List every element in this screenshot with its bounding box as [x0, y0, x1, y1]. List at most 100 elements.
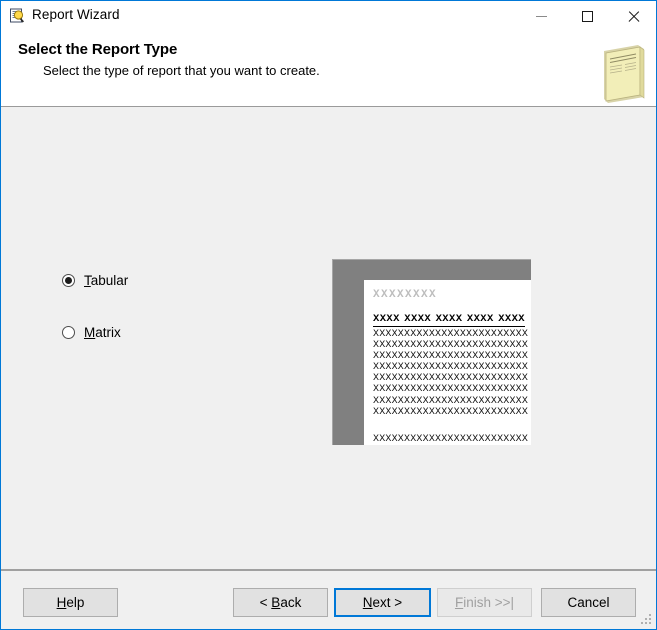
preview-data-cell: XXXXX	[497, 340, 529, 352]
preview-data-cell: XXXXX	[373, 406, 405, 418]
radio-option-matrix[interactable]: Matrix	[62, 325, 121, 340]
preview-data-cell: XXXXX	[404, 373, 436, 385]
wizard-body: Tabular Matrix XXXXXXXX XXXX XXXX XXXX X…	[1, 107, 656, 569]
preview-data-row: XXXXX XXXXX XXXXX XXXXX XXXXX	[373, 329, 528, 340]
preview-data-cell: XXXXX	[404, 395, 436, 407]
preview-data-cell: XXXXX	[404, 340, 436, 352]
preview-data-cell: XXXXX	[466, 384, 498, 396]
preview-row-gap	[373, 418, 528, 434]
preview-data-cell: XXXXX	[373, 329, 405, 340]
preview-data-cell: XXXXX	[435, 373, 467, 385]
preview-data-cell: XXXXX	[466, 340, 498, 352]
preview-data-cell: XXXXX	[466, 433, 498, 445]
back-button[interactable]: < Back	[233, 588, 328, 617]
preview-data-cell: XXXXX	[497, 362, 529, 374]
wizard-footer: Help < Back Next > Finish >>| Cancel	[1, 571, 656, 629]
report-wizard-window: Report Wizard Select the Report Type Sel…	[0, 0, 657, 630]
report-wizard-icon	[9, 8, 25, 24]
back-button-label: < Back	[259, 595, 302, 610]
preview-data-cell: XXXXX	[404, 362, 436, 374]
preview-data-cell: XXXXX	[466, 362, 498, 374]
preview-data-cell: XXXXX	[497, 373, 529, 385]
maximize-icon	[581, 10, 593, 22]
preview-page: XXXXXXXX XXXX XXXX XXXX XXXX XXXX XXXXX X…	[364, 280, 531, 445]
preview-data-row: XXXXX XXXXX XXXXX XXXXX XXXXX	[373, 407, 528, 418]
preview-report-title: XXXXXXXX	[373, 289, 438, 301]
preview-data-cell: XXXXX	[435, 362, 467, 374]
preview-data-row: XXXXX XXXXX XXXXX XXXXX XXXXX	[373, 396, 528, 407]
preview-data-cell: XXXXX	[435, 395, 467, 407]
preview-data-row: XXXXX XXXXX XXXXX XXXXX XXXXX	[373, 351, 528, 362]
preview-data-cell: XXXXX	[435, 384, 467, 396]
close-button[interactable]	[610, 1, 656, 31]
preview-data-cell: XXXXX	[466, 373, 498, 385]
preview-data-row: XXXXX XXXXX XXXXX XXXXX XXXXX	[373, 384, 528, 395]
preview-data-cell: XXXXX	[497, 406, 529, 418]
next-button-label: Next >	[362, 595, 403, 610]
preview-header-cell: XXXX	[466, 313, 494, 325]
preview-data-cell: XXXXX	[373, 395, 405, 407]
close-icon	[627, 10, 640, 23]
preview-data-cell: XXXXX	[466, 395, 498, 407]
preview-header-cell: XXXX	[498, 313, 525, 325]
preview-data-cell: XXXXX	[373, 384, 405, 396]
preview-data-row: XXXXX XXXXX XXXXX XXXXX XXXXX	[373, 362, 528, 373]
preview-header-row: XXXX XXXX XXXX XXXX XXXX	[373, 313, 525, 327]
preview-data-cell: XXXXX	[404, 406, 436, 418]
preview-data-cell: XXXXX	[373, 373, 405, 385]
next-button[interactable]: Next >	[334, 588, 431, 617]
preview-data-cell: XXXXX	[435, 351, 467, 363]
preview-data-cell: XXXXX	[435, 406, 467, 418]
preview-data-cell: XXXXX	[373, 362, 405, 374]
minimize-button[interactable]	[518, 1, 564, 31]
preview-data-cell: XXXXX	[497, 433, 529, 445]
minimize-icon	[535, 15, 547, 17]
help-button-label: Help	[56, 595, 85, 610]
finish-button-label: Finish >>|	[454, 595, 515, 610]
accel-key-matrix: M	[84, 325, 96, 340]
preview-data-row: XXXXX XXXXX XXXXX XXXXX XXXXX	[373, 340, 528, 351]
preview-data-cell: XXXXX	[404, 351, 436, 363]
wizard-header: Select the Report Type Select the type o…	[1, 31, 656, 106]
radio-indicator-tabular[interactable]	[62, 274, 75, 287]
preview-data-cell: XXXXX	[404, 433, 436, 445]
preview-data-cell: XXXXX	[497, 384, 529, 396]
preview-data-cell: XXXXX	[435, 433, 467, 445]
preview-data-row: XXXXX XXXXX XXXXX XXXXX XXXXX	[373, 373, 528, 384]
preview-data-rows: XXXXX XXXXX XXXXX XXXXX XXXXX XXXXX XXXXX XXXXX…	[373, 329, 528, 445]
help-button[interactable]: Help	[23, 588, 118, 617]
preview-data-cell: XXXXX	[373, 433, 405, 445]
preview-data-cell: XXXXX	[466, 351, 498, 363]
preview-data-cell: XXXXX	[404, 329, 436, 340]
radio-label-tabular: Tabular	[84, 273, 128, 288]
preview-data-cell: XXXXX	[373, 340, 405, 352]
title-bar[interactable]: Report Wizard	[1, 1, 656, 31]
page-title: Select the Report Type	[18, 41, 178, 58]
report-page-icon	[598, 43, 648, 105]
preview-data-cell: XXXXX	[404, 384, 436, 396]
radio-option-tabular[interactable]: Tabular	[62, 273, 128, 288]
preview-data-row: XXXXX XXXXX XXXXX XXXXX XXXXX	[373, 434, 528, 445]
preview-data-cell: XXXXX	[497, 351, 529, 363]
radio-label-matrix: Matrix	[84, 325, 121, 340]
tabular-report-preview: XXXXXXXX XXXX XXXX XXXX XXXX XXXX XXXXX X…	[332, 259, 531, 445]
cancel-button-label: Cancel	[567, 595, 610, 610]
preview-data-cell: XXXXX	[435, 329, 467, 340]
maximize-button[interactable]	[564, 1, 610, 31]
window-title: Report Wizard	[32, 7, 120, 22]
radio-label-rest-tabular: abular	[90, 273, 129, 288]
preview-header-cell: XXXX	[373, 313, 400, 325]
preview-header-cell: XXXX	[404, 313, 432, 325]
radio-indicator-matrix[interactable]	[62, 326, 75, 339]
radio-label-rest-matrix: atrix	[95, 325, 121, 340]
preview-data-cell: XXXXX	[373, 351, 405, 363]
finish-button: Finish >>|	[437, 588, 532, 617]
resize-grip[interactable]	[641, 614, 653, 626]
preview-header-cell: XXXX	[435, 313, 463, 325]
preview-data-cell: XXXXX	[497, 329, 529, 340]
page-subtitle: Select the type of report that you want …	[43, 63, 320, 78]
preview-data-cell: XXXXX	[466, 406, 498, 418]
preview-data-cell: XXXXX	[466, 329, 498, 340]
cancel-button[interactable]: Cancel	[541, 588, 636, 617]
accel-key-tabular: T	[84, 273, 91, 288]
